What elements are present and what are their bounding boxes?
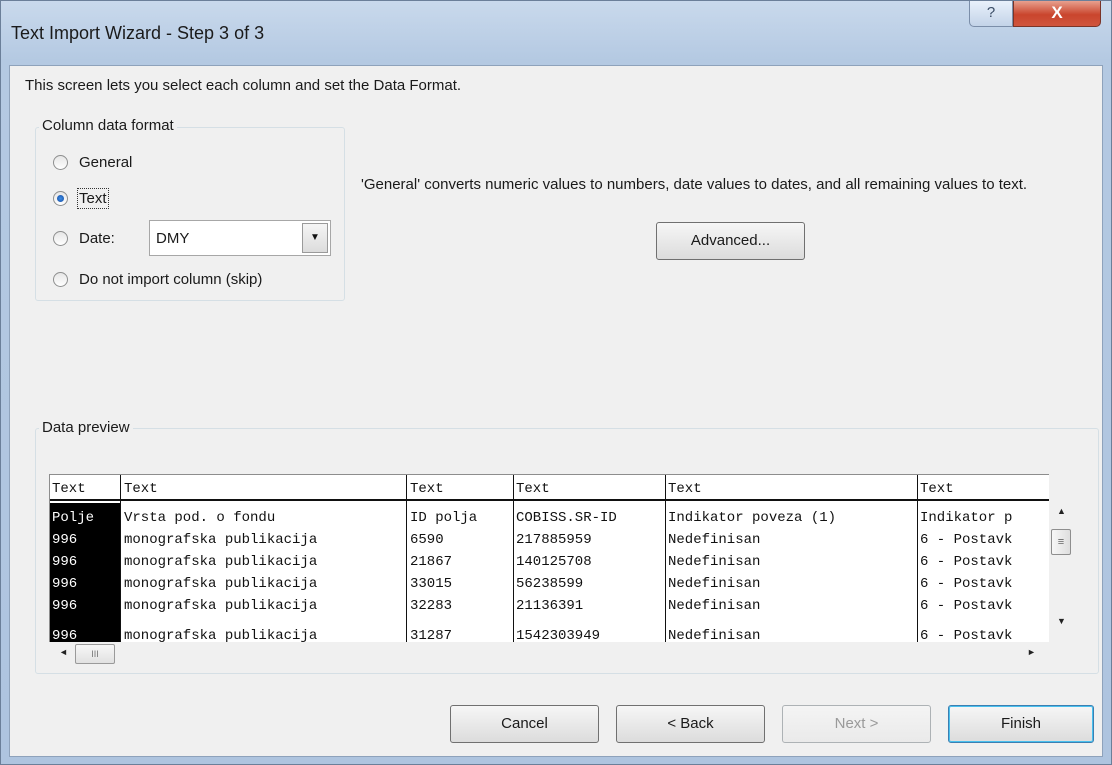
radio-text[interactable]: Text <box>53 188 109 209</box>
scroll-right-icon[interactable]: ► <box>1027 647 1036 657</box>
window-title: Text Import Wizard - Step 3 of 3 <box>11 23 265 43</box>
radio-date[interactable]: Date: <box>53 230 115 247</box>
radio-general-button[interactable] <box>53 155 68 170</box>
close-button[interactable]: X <box>1013 1 1101 27</box>
table-cell: Indikator poveza (1) <box>668 510 837 526</box>
column-header[interactable]: Text <box>410 481 444 497</box>
data-preview-grid[interactable]: Text Text Text Text Text Text Polje Vrst… <box>49 474 1049 642</box>
table-cell: 6 - Postavk <box>920 628 1013 642</box>
help-icon: ? <box>986 4 996 21</box>
table-cell: Indikator p <box>920 510 1013 526</box>
table-cell: monografska publikacija <box>124 628 318 642</box>
radio-text-label: Text <box>77 188 109 209</box>
horizontal-scrollbar[interactable]: ◄ III ► <box>49 642 1049 666</box>
column-divider <box>406 475 407 642</box>
scroll-left-icon[interactable]: ◄ <box>59 647 68 657</box>
table-cell: Nedefinisan <box>668 532 761 548</box>
next-button[interactable]: Next > <box>782 705 931 743</box>
radio-general[interactable]: General <box>53 154 132 171</box>
table-cell: 21136391 <box>516 598 584 614</box>
title-bar[interactable]: Text Import Wizard - Step 3 of 3 ? X <box>1 1 1111 65</box>
column-divider <box>665 475 666 642</box>
radio-date-button[interactable] <box>53 231 68 246</box>
radio-date-label: Date: <box>79 230 115 247</box>
wizard-description: This screen lets you select each column … <box>25 77 462 94</box>
table-cell: 996 <box>52 554 78 570</box>
table-cell: monografska publikacija <box>124 598 318 614</box>
table-cell: 6 - Postavk <box>920 532 1013 548</box>
column-header[interactable]: Text <box>52 481 86 497</box>
table-cell: 6 - Postavk <box>920 598 1013 614</box>
table-cell: 996 <box>52 628 78 642</box>
column-divider <box>917 475 918 642</box>
table-cell: COBISS.SR-ID <box>516 510 617 526</box>
table-cell: monografska publikacija <box>124 532 318 548</box>
table-cell: Nedefinisan <box>668 554 761 570</box>
data-preview-label: Data preview <box>39 419 133 436</box>
table-cell: 217885959 <box>516 532 592 548</box>
chevron-down-icon[interactable]: ▼ <box>302 223 328 253</box>
table-cell: monografska publikacija <box>124 576 318 592</box>
table-cell: 1542303949 <box>516 628 601 642</box>
preview-header-row: Text Text Text Text Text Text <box>50 475 1049 501</box>
table-cell: 33015 <box>410 576 453 592</box>
table-cell: monografska publikacija <box>124 554 318 570</box>
table-cell: Nedefinisan <box>668 576 761 592</box>
scroll-up-icon[interactable]: ▲ <box>1057 506 1066 516</box>
table-cell: Polje <box>52 510 95 526</box>
radio-skip[interactable]: Do not import column (skip) <box>53 271 262 288</box>
column-divider <box>120 475 121 642</box>
table-cell: 6590 <box>410 532 444 548</box>
format-info-text: 'General' converts numeric values to num… <box>361 176 1028 193</box>
table-cell: 996 <box>52 532 78 548</box>
cancel-button[interactable]: Cancel <box>450 705 599 743</box>
radio-general-label: General <box>79 154 133 171</box>
help-button[interactable]: ? <box>969 1 1013 27</box>
back-button[interactable]: < Back <box>616 705 765 743</box>
column-header[interactable]: Text <box>516 481 550 497</box>
dialog-window: Text Import Wizard - Step 3 of 3 ? X Thi… <box>0 0 1112 765</box>
close-icon: X <box>1051 3 1063 22</box>
vertical-scrollbar[interactable]: ▲ ≡ ▼ <box>1049 474 1075 642</box>
radio-text-button[interactable] <box>53 191 68 206</box>
date-format-select[interactable]: DMY ▼ <box>149 220 331 256</box>
scroll-down-icon[interactable]: ▼ <box>1057 616 1066 626</box>
table-cell: 32283 <box>410 598 453 614</box>
column-divider <box>513 475 514 642</box>
scroll-thumb[interactable]: ≡ <box>1051 529 1071 555</box>
table-cell: 21867 <box>410 554 453 570</box>
table-cell: 996 <box>52 576 78 592</box>
table-cell: 140125708 <box>516 554 592 570</box>
advanced-button[interactable]: Advanced... <box>656 222 805 260</box>
table-cell: Nedefinisan <box>668 628 761 642</box>
table-cell: 996 <box>52 598 78 614</box>
date-format-value: DMY <box>156 230 190 247</box>
table-cell: 56238599 <box>516 576 584 592</box>
radio-skip-button[interactable] <box>53 272 68 287</box>
table-cell: 6 - Postavk <box>920 576 1013 592</box>
finish-button[interactable]: Finish <box>948 705 1094 743</box>
table-cell: 6 - Postavk <box>920 554 1013 570</box>
table-cell: ID polja <box>410 510 478 526</box>
table-cell: Nedefinisan <box>668 598 761 614</box>
table-cell: 31287 <box>410 628 453 642</box>
column-header[interactable]: Text <box>920 481 954 497</box>
scroll-thumb-horizontal[interactable]: III <box>75 644 115 664</box>
column-header[interactable]: Text <box>668 481 702 497</box>
column-data-format-label: Column data format <box>39 117 177 134</box>
radio-skip-label: Do not import column (skip) <box>79 271 263 288</box>
table-cell: Vrsta pod. o fondu <box>124 510 276 526</box>
column-header[interactable]: Text <box>124 481 158 497</box>
